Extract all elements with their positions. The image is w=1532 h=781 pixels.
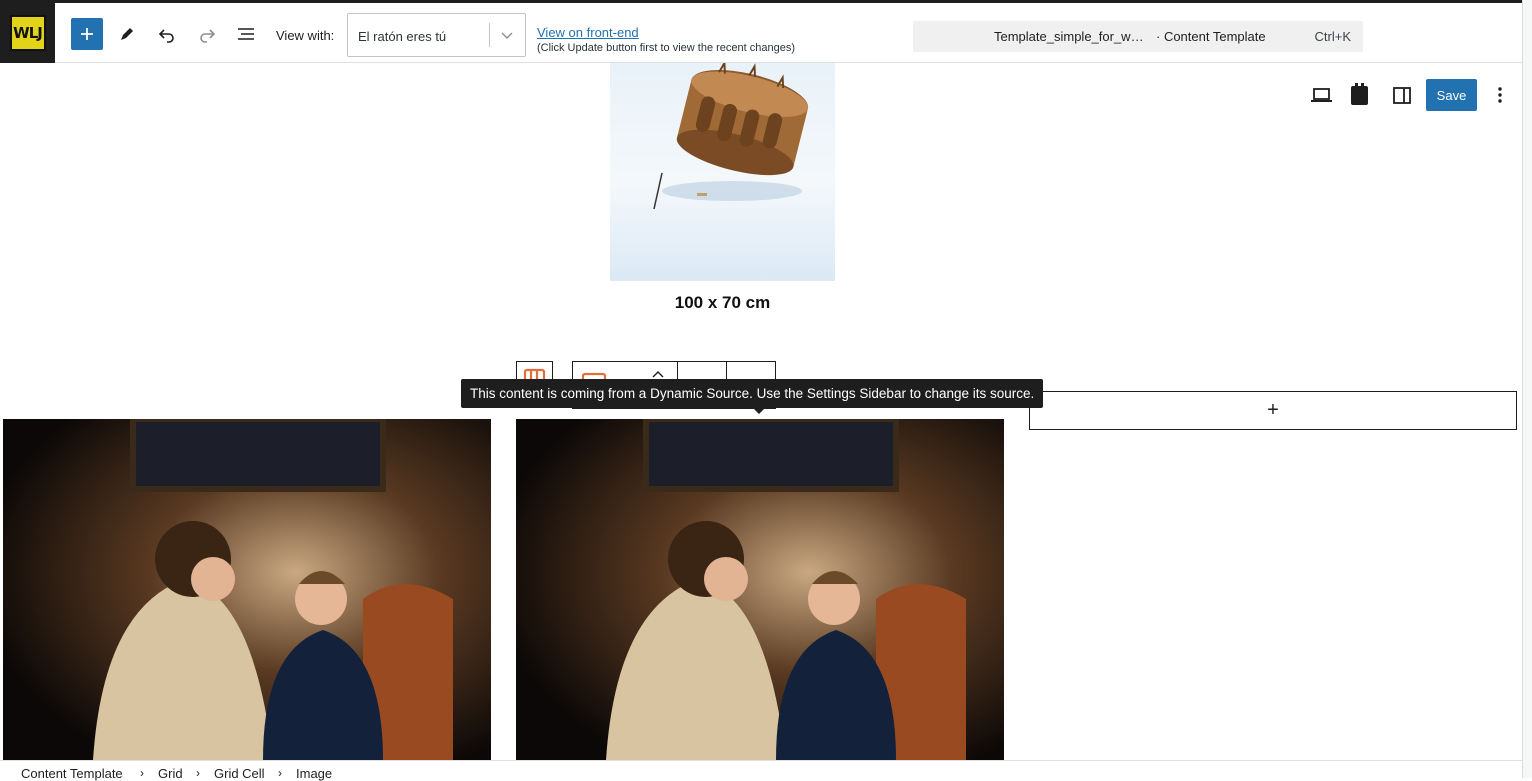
plus-icon [81,28,93,40]
more-vertical-icon [1498,87,1502,103]
pencil-icon [121,28,133,40]
view-front-end-note: (Click Update button first to view the r… [537,42,796,54]
command-palette-bar[interactable]: Template_simple_for_w… · Content Templat… [913,21,1363,52]
dimensions-caption: 100 x 70 cm [674,293,771,312]
logo-mark: WLJ [9,15,46,51]
add-block-button[interactable] [71,18,103,50]
document-overview-button[interactable] [230,18,262,50]
view-with-label: View with: [276,28,335,43]
sidebar-icon [1393,87,1411,104]
tools-button[interactable] [111,18,143,50]
view-with-value: El ratón eres tú [358,29,447,44]
block-appender-button[interactable]: + [1029,391,1517,430]
view-with-select[interactable]: El ratón eres tú [347,13,526,57]
plugin-button[interactable] [1348,79,1372,116]
view-front-end-link[interactable]: View on front-end [537,25,639,40]
list-view-icon [238,28,254,40]
grid-image-2[interactable] [516,419,1004,760]
save-button[interactable]: Save [1426,79,1477,111]
settings-sidebar-toggle[interactable] [1388,79,1416,116]
family-photo [516,419,1004,760]
site-logo[interactable]: WLJ [0,3,55,63]
document-title: Template_simple_for_w… [994,29,1144,44]
grid-image-1[interactable] [3,419,491,760]
breadcrumb-item-grid-cell[interactable]: Grid Cell [214,766,265,781]
command-shortcut: Ctrl+K [1314,29,1351,44]
preview-desktop-button[interactable] [1308,79,1336,116]
redo-icon [200,29,216,43]
redo-button[interactable] [191,18,223,50]
document-type: · Content Template [1156,29,1266,44]
block-breadcrumb: Content Template › Grid › Grid Cell › Im… [0,760,1522,781]
undo-icon [158,29,174,43]
dynamic-source-tooltip: This content is coming from a Dynamic So… [461,379,1044,414]
family-photo [3,419,491,760]
select-divider [489,23,490,47]
tooltip-arrow [753,408,765,414]
right-edge-panel [1522,0,1532,778]
chevron-down-icon [501,32,513,39]
options-button[interactable] [1488,79,1512,116]
product-image[interactable] [610,63,835,281]
breadcrumb-item-image[interactable]: Image [296,766,332,781]
breadcrumb-item-content-template[interactable]: Content Template [21,766,123,781]
editor-top-bar: WLJ View with: El ratón eres tú View on … [0,0,1522,63]
laptop-icon [1311,88,1332,102]
sculpture-illustration [653,63,809,210]
breadcrumb-item-grid[interactable]: Grid [158,766,183,781]
tooltip-text: This content is coming from a Dynamic So… [470,386,1035,401]
clipboard-icon [1351,83,1368,105]
editor-canvas: Save 100 x 70 cm This content is coming … [0,63,1522,760]
undo-button[interactable] [151,18,183,50]
